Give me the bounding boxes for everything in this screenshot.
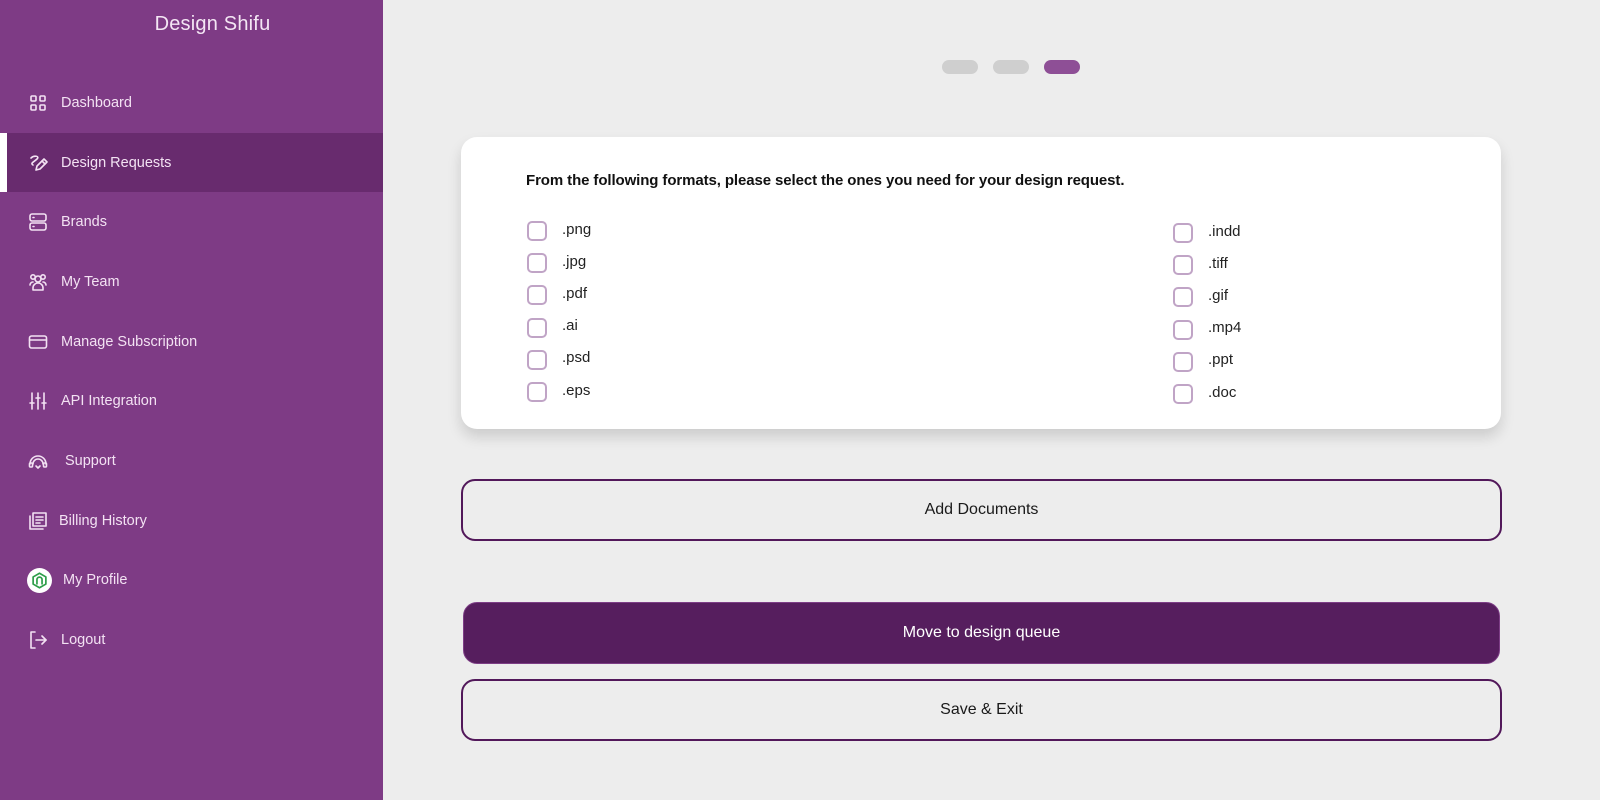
format-selection-card: From the following formats, please selec… xyxy=(461,137,1501,429)
checkbox[interactable] xyxy=(527,349,547,370)
checkbox[interactable] xyxy=(1173,319,1193,340)
format-option-tiff[interactable]: .tiff xyxy=(1173,249,1241,281)
format-label: .gif xyxy=(1208,286,1229,304)
format-label: .ppt xyxy=(1208,351,1234,369)
checkbox[interactable] xyxy=(527,221,547,242)
sidebar-item-api-integration[interactable]: API Integration xyxy=(0,371,383,431)
checkbox[interactable] xyxy=(527,285,547,306)
checkbox[interactable] xyxy=(1173,223,1193,244)
team-icon xyxy=(27,271,49,293)
billing-docs-icon xyxy=(27,510,49,532)
checkbox[interactable] xyxy=(1173,384,1193,405)
sidebar-item-design-requests[interactable]: Design Requests xyxy=(0,132,383,193)
sidebar-item-label: My Team xyxy=(61,273,120,290)
sidebar-item-manage-subscription[interactable]: Manage Subscription xyxy=(0,312,383,372)
format-option-jpg[interactable]: .jpg xyxy=(527,247,591,279)
format-label: .doc xyxy=(1208,383,1237,401)
format-option-gif[interactable]: .gif xyxy=(1173,281,1241,313)
format-label: .psd xyxy=(562,349,591,367)
format-option-ai[interactable]: .ai xyxy=(527,312,591,344)
add-documents-button[interactable]: Add Documents xyxy=(461,479,1502,541)
format-label: .pdf xyxy=(562,284,588,302)
sidebar-item-dashboard[interactable]: Dashboard xyxy=(0,73,383,133)
sidebar-nav: Dashboard Design Requests Brands My Team… xyxy=(0,73,383,670)
checkbox[interactable] xyxy=(1173,351,1193,372)
checkbox[interactable] xyxy=(527,382,547,403)
checkbox[interactable] xyxy=(527,253,547,274)
sidebar-item-label: Brands xyxy=(61,214,107,231)
sidebar-item-label: Billing History xyxy=(59,512,147,529)
checkbox[interactable] xyxy=(1173,287,1193,308)
format-label: .tiff xyxy=(1208,254,1228,272)
step-2-dot xyxy=(993,60,1029,74)
sidebar-item-label: My Profile xyxy=(63,572,128,589)
format-options-right: .indd .tiff .gif .mp4 .ppt .doc xyxy=(1173,217,1241,410)
format-options-left: .png .jpg .pdf .ai .psd .eps xyxy=(527,215,591,408)
sidebar-item-my-team[interactable]: My Team xyxy=(0,252,383,312)
step-3-dot-active xyxy=(1044,60,1080,74)
format-label: .indd xyxy=(1208,222,1241,240)
sidebar-item-label: API Integration xyxy=(61,393,157,410)
sidebar-item-billing-history[interactable]: Billing History xyxy=(0,491,383,551)
format-option-doc[interactable]: .doc xyxy=(1173,378,1241,410)
sidebar-item-label: Support xyxy=(65,452,116,469)
brand-title: Design Shifu xyxy=(154,13,271,35)
server-icon xyxy=(27,211,49,233)
pen-request-icon xyxy=(27,152,49,174)
sidebar: Design Shifu Dashboard Design Requests B… xyxy=(0,0,383,800)
format-option-indd[interactable]: .indd xyxy=(1173,217,1241,249)
format-option-png[interactable]: .png xyxy=(527,215,591,247)
format-label: .eps xyxy=(562,381,591,399)
move-to-design-queue-button[interactable]: Move to design queue xyxy=(463,602,1500,664)
format-label: .png xyxy=(562,220,592,238)
format-option-pdf[interactable]: .pdf xyxy=(527,279,591,311)
headset-icon xyxy=(27,450,49,472)
grid-icon xyxy=(27,92,49,114)
step-1-dot xyxy=(942,60,978,74)
sidebar-item-label: Dashboard xyxy=(61,94,132,111)
profile-avatar-icon xyxy=(27,567,52,593)
format-option-eps[interactable]: .eps xyxy=(527,376,591,408)
format-label: .ai xyxy=(562,317,578,335)
save-and-exit-button[interactable]: Save & Exit xyxy=(461,679,1502,741)
logout-icon xyxy=(27,629,49,651)
format-question: From the following formats, please selec… xyxy=(526,172,1125,189)
format-label: .mp4 xyxy=(1208,319,1242,337)
sidebar-item-label: Logout xyxy=(61,632,106,649)
sliders-icon xyxy=(27,390,49,412)
sidebar-item-label: Design Requests xyxy=(61,154,172,171)
sidebar-item-support[interactable]: Support xyxy=(0,431,383,491)
format-option-psd[interactable]: .psd xyxy=(527,344,591,376)
format-label: .jpg xyxy=(562,252,587,270)
sidebar-item-my-profile[interactable]: My Profile xyxy=(0,551,383,611)
checkbox[interactable] xyxy=(527,317,547,338)
credit-card-icon xyxy=(27,331,49,353)
sidebar-item-brands[interactable]: Brands xyxy=(0,192,383,252)
format-option-mp4[interactable]: .mp4 xyxy=(1173,314,1241,346)
step-indicator xyxy=(942,60,1080,74)
sidebar-item-label: Manage Subscription xyxy=(61,333,198,350)
checkbox[interactable] xyxy=(1173,255,1193,276)
sidebar-item-logout[interactable]: Logout xyxy=(0,610,383,670)
format-option-ppt[interactable]: .ppt xyxy=(1173,346,1241,378)
